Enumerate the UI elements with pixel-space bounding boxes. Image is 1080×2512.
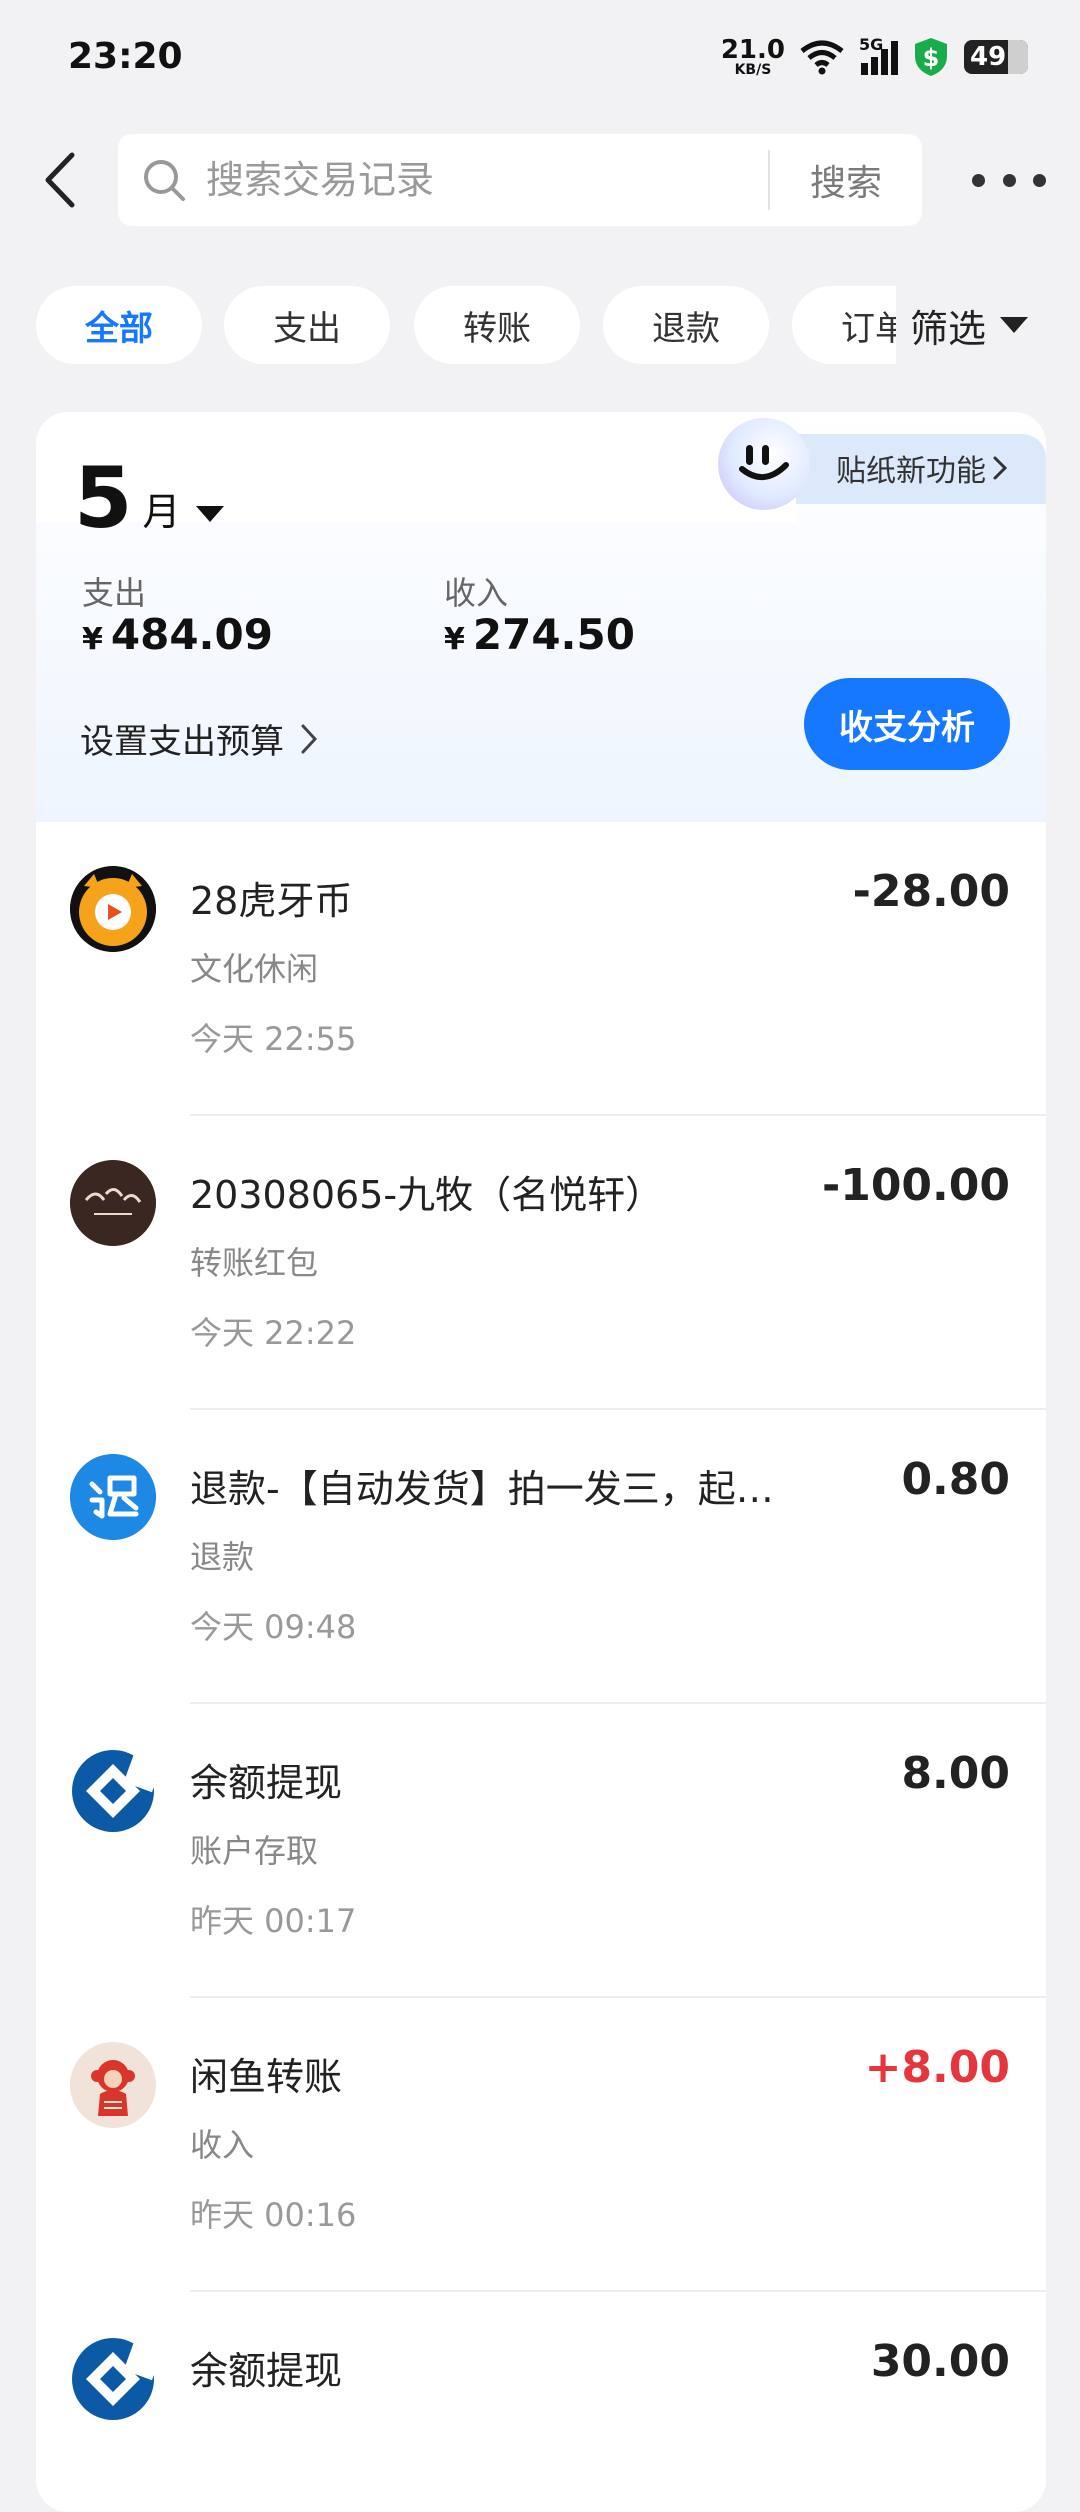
search-button[interactable]: 搜索: [770, 134, 922, 226]
transaction-amount: -100.00: [821, 1160, 1010, 1211]
transaction-row[interactable]: 余额提现 账户存取 昨天 00:17 8.00: [36, 1704, 1046, 1998]
search-icon: [144, 160, 185, 201]
expense-value: 484.09: [110, 610, 273, 659]
smile-face-icon: [739, 445, 789, 480]
network-speed: 21.0 KB/S: [721, 37, 785, 77]
status-bar: 23:20 21.0 KB/S 5G $ 49: [0, 0, 1080, 120]
expense-total: ¥484.09: [82, 610, 273, 659]
huya-tiger-icon: [70, 866, 156, 952]
wifi-icon: [800, 40, 844, 75]
transaction-row[interactable]: 28虎牙币 文化休闲 今天 22:55 -28.00: [36, 822, 1046, 1116]
transaction-amount: 0.80: [901, 1454, 1010, 1505]
transaction-time: 今天 22:55: [190, 1020, 357, 1058]
transaction-title: 20308065-九牧（名悦轩）: [190, 1173, 664, 1217]
battery-icon: 49: [964, 40, 1028, 74]
transaction-time: 昨天 00:16: [190, 2196, 357, 2234]
network-type-label: 5G: [859, 35, 884, 54]
transaction-category: 转账红包: [190, 1244, 319, 1282]
sticker-mascot-icon[interactable]: [718, 418, 810, 510]
transaction-time: 今天 09:48: [190, 1608, 357, 1646]
transaction-row[interactable]: 退款-【自动发货】拍一发三，起点读书... 退款 今天 09:48 0.80: [36, 1410, 1046, 1704]
transaction-title: 28虎牙币: [190, 879, 353, 923]
screen-filter-label: 筛选: [910, 306, 987, 351]
transactions-card: 贴纸新功能 5 月 支出 ¥484.09 收入 ¥274.50 设置支出预算 收…: [36, 412, 1046, 2512]
filter-chip-order[interactable]: 订单: [792, 286, 896, 364]
caret-down-icon: [196, 506, 225, 522]
month-selector[interactable]: 5 月: [74, 449, 225, 547]
set-budget-link[interactable]: 设置支出预算: [80, 714, 318, 763]
header: 搜索: [0, 130, 1080, 230]
filter-chip-transfer[interactable]: 转账: [414, 286, 580, 364]
chevron-right-icon: [301, 724, 318, 753]
caret-down-icon: [1000, 317, 1029, 333]
sticker-label-text: 贴纸新功能: [836, 454, 986, 489]
transaction-amount: +8.00: [864, 2042, 1010, 2093]
mingyuexuan-logo-icon: [70, 1160, 156, 1246]
back-button[interactable]: [34, 150, 84, 210]
transaction-title: 余额提现: [190, 1761, 343, 1805]
transaction-row[interactable]: 20308065-九牧（名悦轩） 转账红包 今天 22:22 -100.00: [36, 1116, 1046, 1410]
transaction-amount: -28.00: [852, 866, 1010, 917]
expense-label: 支出: [82, 574, 147, 612]
transaction-category: 退款: [190, 1538, 255, 1576]
currency-symbol: ¥: [82, 622, 103, 657]
ccb-bank-icon: [70, 1748, 156, 1834]
security-shield-icon: $: [915, 38, 947, 76]
more-options-button[interactable]: [972, 160, 1046, 200]
month-unit: 月: [142, 490, 181, 534]
chevron-left-icon: [45, 152, 75, 208]
currency-symbol: ¥: [444, 622, 465, 657]
month-number: 5: [74, 449, 133, 547]
filter-bar: 全部 支出 转账 退款 订单 筛选: [0, 286, 1080, 366]
battery-level: 49: [970, 42, 1007, 72]
transaction-time: 昨天 00:17: [190, 1902, 357, 1940]
transaction-row[interactable]: 闲鱼转账 收入 昨天 00:16 +8.00: [36, 1998, 1046, 2292]
transaction-title: 退款-【自动发货】拍一发三，起点读书...: [190, 1467, 810, 1511]
more-dot-icon: [1002, 173, 1016, 187]
transaction-title: 余额提现: [190, 2349, 343, 2393]
network-speed-unit: KB/S: [734, 62, 772, 78]
transaction-row[interactable]: 余额提现 30.00: [36, 2292, 1046, 2512]
screen-filter-button[interactable]: 筛选: [910, 286, 1029, 364]
transaction-title: 闲鱼转账: [190, 2055, 343, 2099]
transaction-list: 28虎牙币 文化休闲 今天 22:55 -28.00 20308065-九牧（名…: [36, 822, 1046, 2512]
income-value: 274.50: [472, 610, 635, 659]
transaction-category: 账户存取: [190, 1832, 319, 1870]
filter-chip-expense[interactable]: 支出: [224, 286, 390, 364]
search-input[interactable]: [204, 154, 848, 206]
chevron-right-icon: [993, 456, 1008, 480]
status-icons: 21.0 KB/S 5G $ 49: [721, 35, 1028, 78]
network-speed-value: 21.0: [720, 35, 785, 65]
more-dot-icon: [972, 173, 985, 187]
transaction-time: 今天 22:22: [190, 1314, 357, 1352]
income-expense-analysis-button[interactable]: 收支分析: [804, 678, 1010, 770]
budget-label: 设置支出预算: [80, 722, 284, 762]
cellular-signal-icon: 5G: [859, 35, 898, 75]
transaction-category: 文化休闲: [190, 950, 319, 988]
filter-chip-order-clip: 订单: [792, 286, 896, 364]
transaction-amount: 8.00: [901, 1748, 1010, 1799]
sticker-new-feature-link[interactable]: 贴纸新功能: [836, 446, 1008, 490]
transaction-category: 收入: [190, 2126, 255, 2164]
status-time: 23:20: [68, 36, 183, 77]
income-total: ¥274.50: [444, 610, 635, 659]
monkey-avatar-icon: [70, 2042, 156, 2128]
month-summary: 贴纸新功能 5 月 支出 ¥484.09 收入 ¥274.50 设置支出预算 收…: [36, 412, 1046, 822]
filter-chip-refund[interactable]: 退款: [603, 286, 769, 364]
refund-icon: [70, 1454, 156, 1540]
ccb-bank-icon: [70, 2336, 156, 2422]
transaction-amount: 30.00: [870, 2336, 1010, 2387]
filter-chip-all[interactable]: 全部: [36, 286, 202, 364]
svg-text:$: $: [923, 44, 940, 72]
income-label: 收入: [444, 574, 509, 612]
search-box: 搜索: [118, 134, 922, 226]
more-dot-icon: [1033, 173, 1046, 187]
